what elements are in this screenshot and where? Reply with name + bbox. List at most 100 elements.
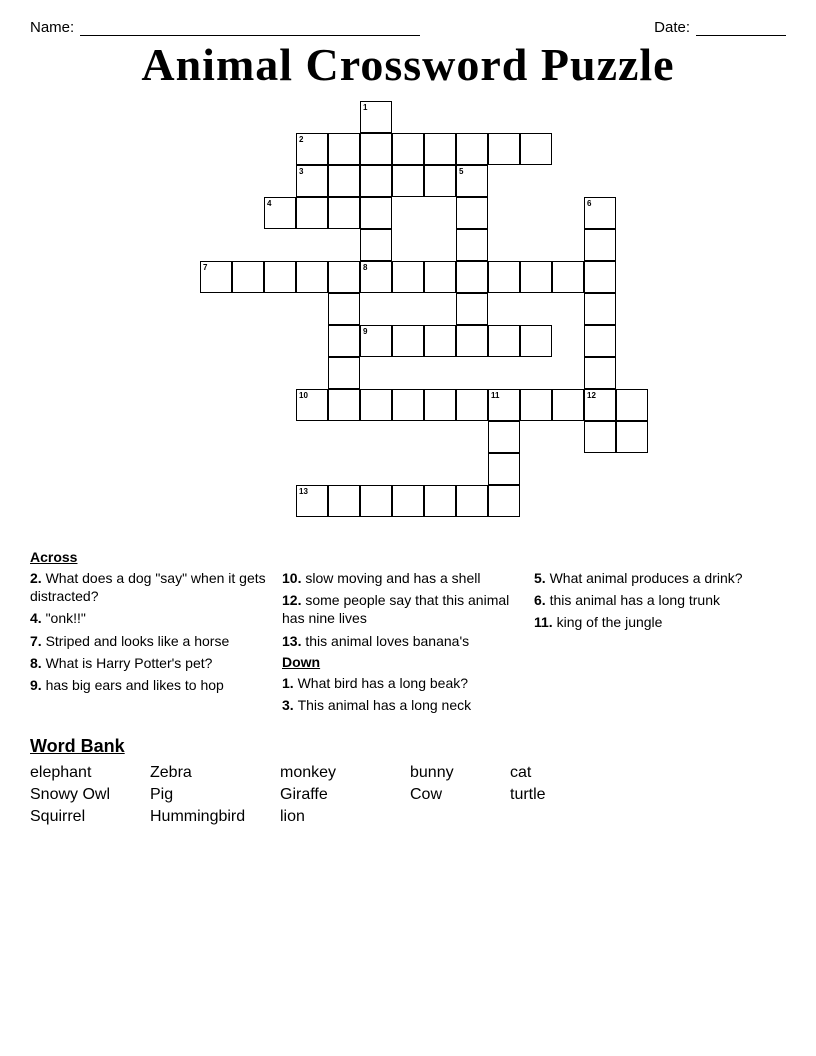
date-label: Date: xyxy=(654,19,690,36)
clue-5: 5. What animal produces a drink? xyxy=(534,569,776,587)
cell-3-2[interactable] xyxy=(360,165,392,197)
cell-11d-2[interactable] xyxy=(488,453,520,485)
cell-5-4[interactable] xyxy=(456,229,488,261)
crossword-grid: 1 2 3 5 4 xyxy=(198,101,618,531)
cell-3-4[interactable] xyxy=(424,165,456,197)
cell-8-1[interactable] xyxy=(392,261,424,293)
cell-2-4[interactable] xyxy=(424,133,456,165)
cell-6-8[interactable] xyxy=(584,357,616,389)
cell-10-5[interactable] xyxy=(456,389,488,421)
date-field[interactable] xyxy=(696,18,786,36)
clue-6: 6. this animal has a long trunk xyxy=(534,591,776,609)
cell-11-0[interactable]: 11 xyxy=(488,389,520,421)
clue-3: 3. This animal has a long neck xyxy=(282,696,524,714)
cell-10-1[interactable] xyxy=(328,389,360,421)
cell-11-1[interactable] xyxy=(520,389,552,421)
cell-3-5[interactable]: 5 xyxy=(456,165,488,197)
cell-8-6[interactable] xyxy=(552,261,584,293)
cell-7-0[interactable]: 7 xyxy=(200,261,232,293)
cell-8-4[interactable] xyxy=(488,261,520,293)
cell-6-3[interactable]: 6 xyxy=(584,197,616,229)
cell-3-0[interactable]: 3 xyxy=(296,165,328,197)
cell-10-4[interactable] xyxy=(424,389,456,421)
cell-3d-6[interactable] xyxy=(328,293,360,325)
down-label: Down xyxy=(282,654,524,670)
word-bank-word: cat xyxy=(510,763,590,783)
clue-8: 8. What is Harry Potter's pet? xyxy=(30,654,272,672)
cell-13-4[interactable] xyxy=(424,485,456,517)
cell-8-0[interactable]: 8 xyxy=(360,261,392,293)
cell-13-2[interactable] xyxy=(360,485,392,517)
cell-8-5[interactable] xyxy=(520,261,552,293)
cell-13-1[interactable] xyxy=(328,485,360,517)
cell-13-3[interactable] xyxy=(392,485,424,517)
clue-10: 10. slow moving and has a shell xyxy=(282,569,524,587)
cell-7-1[interactable] xyxy=(232,261,264,293)
cell-2-6[interactable] xyxy=(488,133,520,165)
cell-4-3[interactable] xyxy=(360,197,392,229)
cell-13-0[interactable]: 13 xyxy=(296,485,328,517)
across-clues-2: 10. slow moving and has a shell 12. some… xyxy=(282,549,534,718)
word-bank-word: turtle xyxy=(510,785,590,805)
word-bank-title: Word Bank xyxy=(30,736,786,757)
cell-10-2[interactable] xyxy=(360,389,392,421)
cell-7-2[interactable] xyxy=(264,261,296,293)
cell-9-3[interactable] xyxy=(456,325,488,357)
cell-11d-1[interactable] xyxy=(488,421,520,453)
cell-4-0[interactable]: 4 xyxy=(264,197,296,229)
name-field[interactable] xyxy=(80,18,420,36)
clue-2: 2. What does a dog "say" when it gets di… xyxy=(30,569,272,605)
cell-4-2[interactable] xyxy=(328,197,360,229)
cell-9-4[interactable] xyxy=(488,325,520,357)
word-bank-word: Pig xyxy=(150,785,280,805)
word-bank-word: Snowy Owl xyxy=(30,785,150,805)
cell-13-6[interactable] xyxy=(488,485,520,517)
header: Name: Date: xyxy=(30,18,786,36)
cell-9-2[interactable] xyxy=(424,325,456,357)
cell-3-1[interactable] xyxy=(328,165,360,197)
cell-6-4[interactable] xyxy=(584,229,616,261)
word-bank-word: elephant xyxy=(30,763,150,783)
cell-2-2[interactable] xyxy=(360,133,392,165)
cell-9-1[interactable] xyxy=(392,325,424,357)
cell-3d-7[interactable] xyxy=(328,325,360,357)
cell-10-0[interactable]: 10 xyxy=(296,389,328,421)
cell-8-2[interactable] xyxy=(424,261,456,293)
cell-1-0[interactable]: 1 xyxy=(360,101,392,133)
cell-10-3[interactable] xyxy=(392,389,424,421)
cell-2-3[interactable] xyxy=(392,133,424,165)
cell-2-5[interactable] xyxy=(456,133,488,165)
cell-12-1[interactable] xyxy=(616,389,648,421)
cell-6-6[interactable] xyxy=(584,293,616,325)
page-title: Animal Crossword Puzzle xyxy=(30,38,786,91)
cell-11-2[interactable] xyxy=(552,389,584,421)
cell-3-3[interactable] xyxy=(392,165,424,197)
cell-12-0[interactable]: 12 xyxy=(584,389,616,421)
cell-6-7[interactable] xyxy=(584,325,616,357)
cell-8-3[interactable] xyxy=(456,261,488,293)
cell-5-6[interactable] xyxy=(456,293,488,325)
cell-2-7[interactable] xyxy=(520,133,552,165)
cell-2-1[interactable] xyxy=(328,133,360,165)
clue-13: 13. this animal loves banana's xyxy=(282,632,524,650)
cell-2-0[interactable]: 2 xyxy=(296,133,328,165)
cell-7-3[interactable] xyxy=(296,261,328,293)
cell-4-1[interactable] xyxy=(296,197,328,229)
word-bank-section: Word Bank elephant Zebra monkey bunny ca… xyxy=(30,736,786,827)
clue-1: 1. What bird has a long beak? xyxy=(282,674,524,692)
cell-8-7[interactable] xyxy=(584,261,616,293)
cell-12-2[interactable] xyxy=(584,421,616,453)
cell-3d-5[interactable] xyxy=(328,261,360,293)
cell-9-0[interactable]: 9 xyxy=(360,325,392,357)
word-bank-word: Cow xyxy=(410,785,510,805)
cell-5-3[interactable] xyxy=(456,197,488,229)
puzzle-area: 1 2 3 5 4 xyxy=(30,101,786,531)
cell-1-4[interactable] xyxy=(360,229,392,261)
cell-3d-8[interactable] xyxy=(328,357,360,389)
cell-13-5[interactable] xyxy=(456,485,488,517)
cell-9-5[interactable] xyxy=(520,325,552,357)
clue-7: 7. Striped and looks like a horse xyxy=(30,632,272,650)
cell-12-3[interactable] xyxy=(616,421,648,453)
clue-12: 12. some people say that this animal has… xyxy=(282,591,524,627)
across-clues: Across 2. What does a dog "say" when it … xyxy=(30,549,282,718)
